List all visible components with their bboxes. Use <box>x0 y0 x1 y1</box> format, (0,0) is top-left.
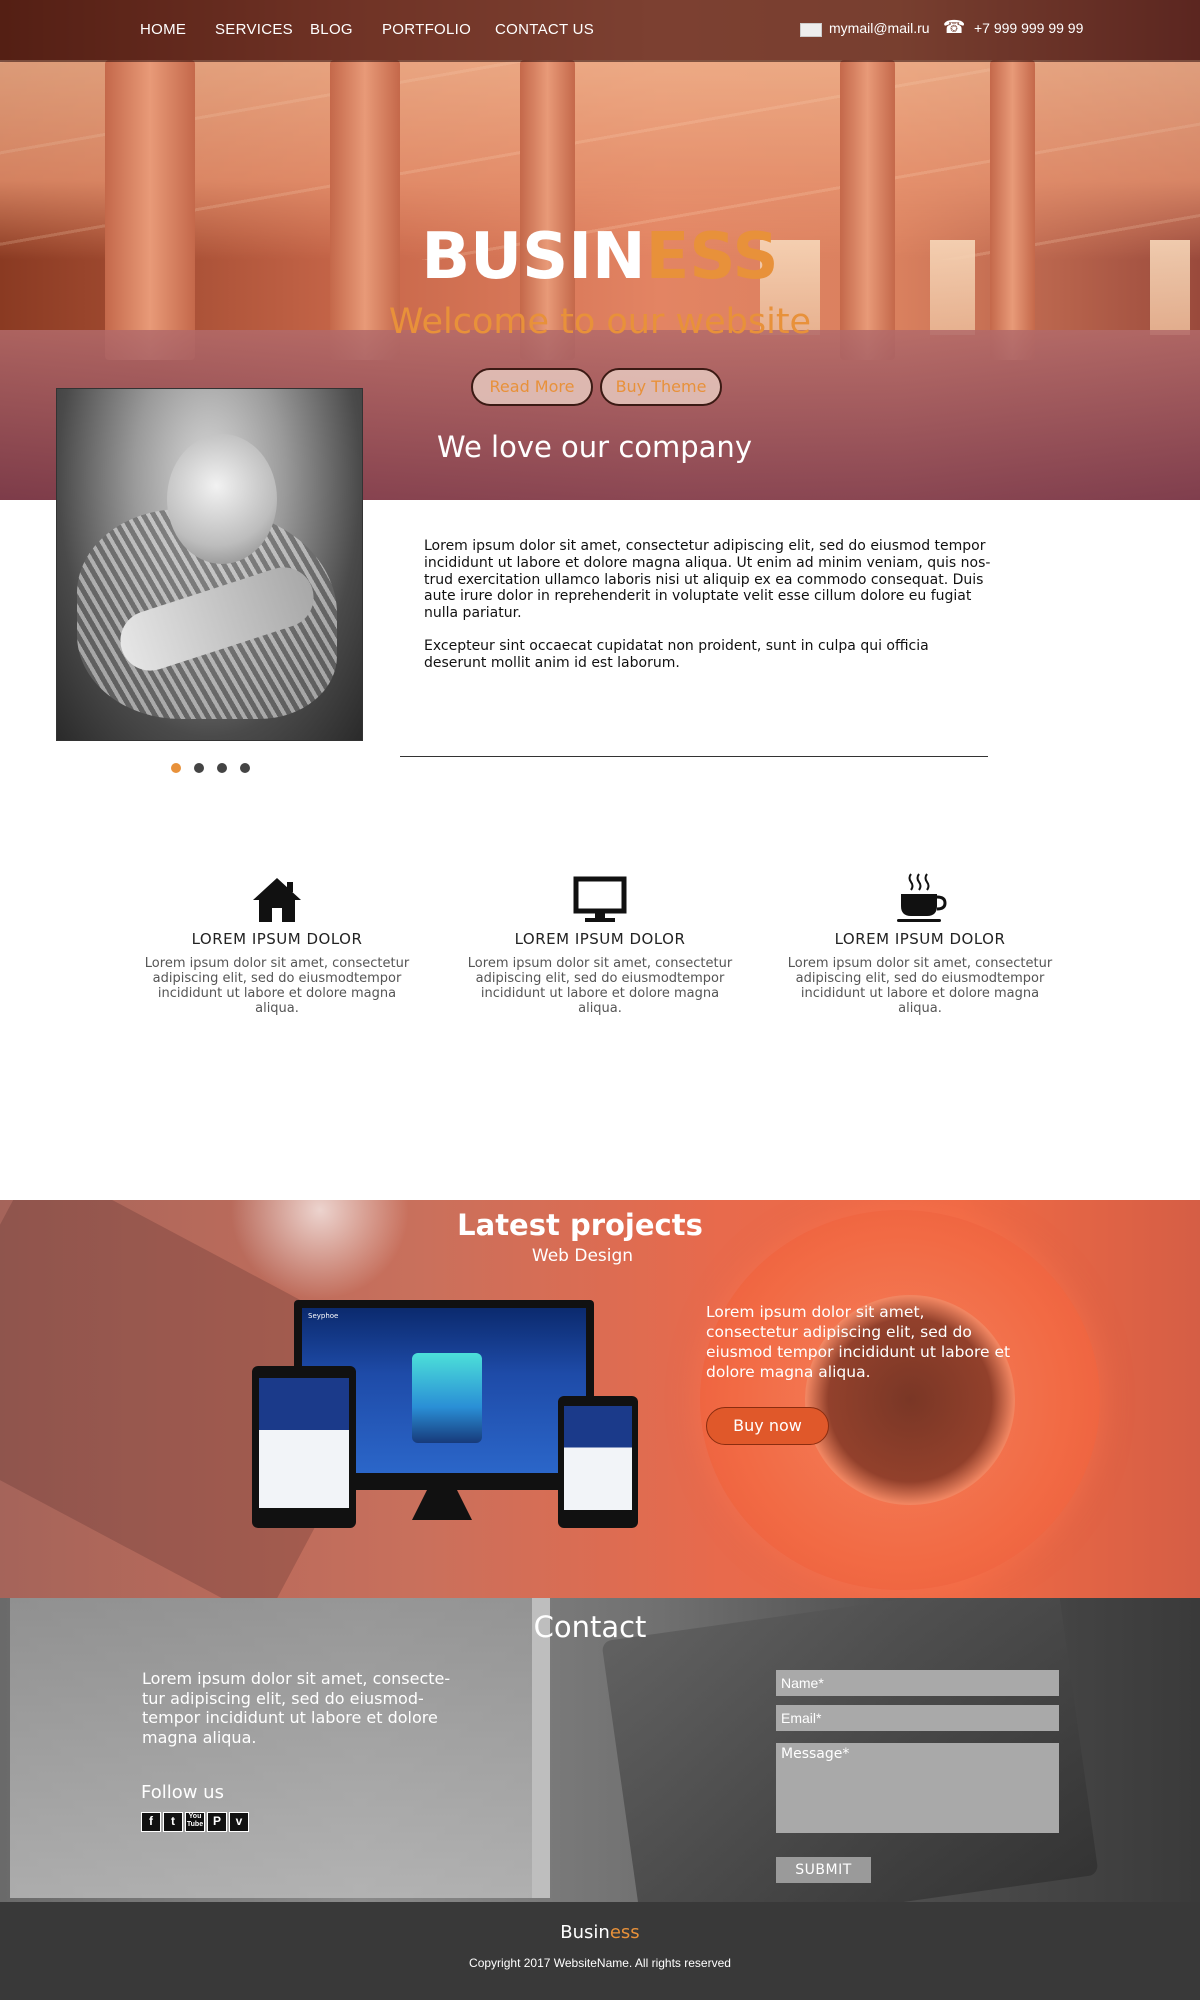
brand-white: BUSIN <box>421 220 646 294</box>
nav-portfolio[interactable]: PORTFOLIO <box>382 21 471 38</box>
feature-text: Lorem ipsum dolor sit amet, consectetur … <box>467 956 733 1016</box>
hero-tagline: We love our company <box>437 430 752 464</box>
phone-number: +7 999 999 99 99 <box>974 20 1084 36</box>
contact-title: Contact <box>533 1610 647 1644</box>
about-paragraph: Lorem ipsum dolor sit amet, consectetur … <box>424 538 991 622</box>
pinterest-icon[interactable]: P <box>207 1812 227 1832</box>
monitor-stand <box>412 1490 472 1520</box>
youtube-icon[interactable]: You Tube <box>185 1812 205 1832</box>
nav-contact-us[interactable]: CONTACT US <box>495 21 594 38</box>
nav-services[interactable]: SERVICES <box>215 21 293 38</box>
hero-brand: BUSINESS <box>0 220 1200 294</box>
buy-now-button[interactable]: Buy now <box>706 1407 829 1445</box>
about-text: Lorem ipsum dolor sit amet, consectetur … <box>424 538 994 672</box>
slider-dot[interactable] <box>217 763 227 773</box>
devices-mockup: Seyphoe <box>252 1300 642 1530</box>
buy-theme-button[interactable]: Buy Theme <box>600 368 722 406</box>
hero-welcome: Welcome to our website <box>388 302 812 342</box>
feature-item: LOREM IPSUM DOLOR Lorem ipsum dolor sit … <box>465 872 735 1016</box>
about-paragraph: Excepteur sint occaecat cupidatat non pr… <box>424 637 929 671</box>
submit-button[interactable]: SUBMIT <box>776 1857 871 1883</box>
feature-title: LOREM IPSUM DOLOR <box>834 930 1006 948</box>
message-field[interactable] <box>776 1743 1059 1833</box>
feature-text: Lorem ipsum dolor sit amet, consectetur … <box>787 956 1053 1016</box>
phone-icon: ☎ <box>943 17 966 38</box>
email-link[interactable]: mymail@mail.ru <box>829 20 930 36</box>
divider <box>400 756 988 757</box>
name-field[interactable] <box>776 1670 1059 1696</box>
footer-brand-white: Busin <box>560 1922 610 1943</box>
facebook-icon[interactable]: f <box>141 1812 161 1832</box>
feature-text: Lorem ipsum dolor sit amet, consectetur … <box>144 956 410 1016</box>
monitor-icon <box>465 872 735 924</box>
projects-subtitle: Web Design <box>531 1246 634 1266</box>
projects-title: Latest projects <box>457 1208 703 1242</box>
photo-face <box>167 434 277 564</box>
nav-blog[interactable]: BLOG <box>310 21 353 38</box>
mockup-phones <box>412 1353 482 1443</box>
footer <box>0 1902 1200 2000</box>
mail-icon <box>800 23 822 37</box>
vimeo-icon[interactable]: v <box>229 1812 249 1832</box>
projects-text: Lorem ipsum dolor sit amet, consectetur … <box>706 1303 1011 1381</box>
slider-dot[interactable] <box>240 763 250 773</box>
footer-brand: Business <box>0 1922 1200 1943</box>
contact-text: Lorem ipsum dolor sit amet, consecte-tur… <box>142 1669 451 1747</box>
tablet-mockup <box>252 1366 356 1528</box>
follow-us-label: Follow us <box>141 1782 224 1803</box>
tablet-screen <box>259 1378 349 1508</box>
feature-item: LOREM IPSUM DOLOR Lorem ipsum dolor sit … <box>785 872 1055 1016</box>
slider-dot[interactable] <box>194 763 204 773</box>
about-photo <box>56 388 363 741</box>
read-more-button[interactable]: Read More <box>471 368 593 406</box>
footer-brand-orange: ess <box>609 1922 640 1943</box>
mockup-brand: Seyphoe <box>308 1312 339 1320</box>
copyright-text: Copyright 2017 WebsiteName. All rights r… <box>469 1956 731 1970</box>
coffee-cup-icon <box>785 872 1055 924</box>
brand-orange: ESS <box>645 220 779 294</box>
email-field[interactable] <box>776 1705 1059 1731</box>
social-links: f t You Tube P v <box>141 1812 249 1832</box>
phone-screen <box>564 1406 632 1510</box>
feature-title: LOREM IPSUM DOLOR <box>514 930 686 948</box>
feature-item: LOREM IPSUM DOLOR Lorem ipsum dolor sit … <box>142 872 412 1016</box>
feature-title: LOREM IPSUM DOLOR <box>191 930 363 948</box>
home-icon <box>142 872 412 924</box>
phone-mockup <box>558 1396 638 1528</box>
slider-dot-active[interactable] <box>171 763 181 773</box>
nav-home[interactable]: HOME <box>140 21 186 38</box>
twitter-icon[interactable]: t <box>163 1812 183 1832</box>
